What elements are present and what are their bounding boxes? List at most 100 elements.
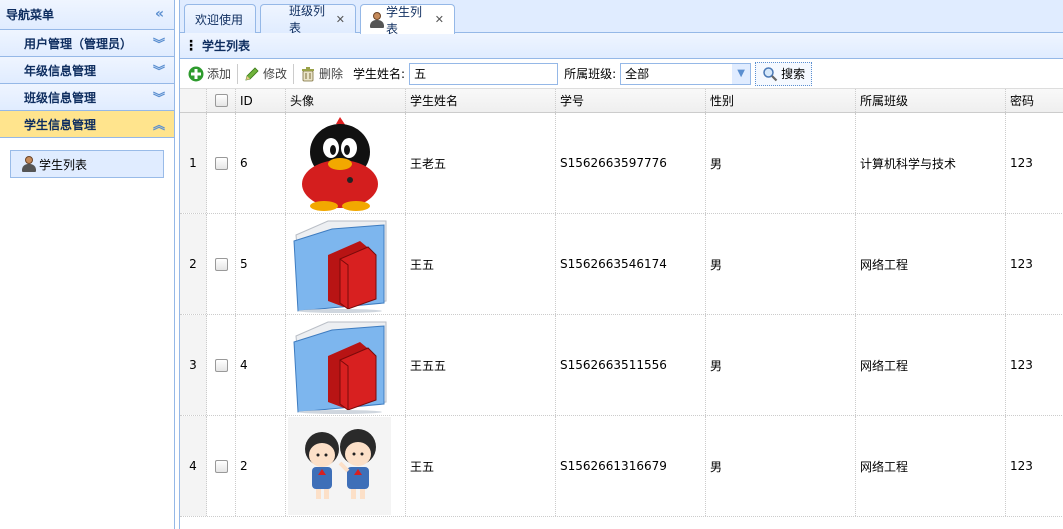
student-name-input[interactable] [409,62,559,85]
chevron-down-icon[interactable]: ︾ [153,89,165,106]
nav-group-student-management[interactable]: 学生信息管理 ︽ [0,111,174,138]
trash-icon [300,66,316,82]
add-button[interactable]: 添加 [184,63,235,85]
class-select-value: 全部 [625,67,650,81]
row-checkbox[interactable] [207,416,236,516]
nav-group-label: 年级信息管理 [24,63,97,78]
edit-button[interactable]: 修改 [240,63,291,85]
panel-header: ⋮ 学生列表 [180,33,1063,59]
nav-item-student-list[interactable]: 学生列表 [10,150,164,178]
qq-penguin-avatar [302,117,378,211]
cell-id: 5 [236,214,286,314]
column-header-sn[interactable]: 学号 [556,89,706,112]
table-row[interactable]: 1 6 王老五 S1562663597776 男 计算机科学与技术 123 [180,113,1063,214]
cell-password: 123 [1010,257,1033,271]
main-area: 欢迎使用 班级列表 ✕ 学生列表 ✕ ⋮ 学生列表 添加 修改 删除 学生姓名:… [179,0,1063,529]
nav-group-grade-management[interactable]: 年级信息管理 ︾ [0,57,174,84]
cell-password: 123 [1010,459,1033,473]
cell-sex: 男 [706,214,856,314]
row-checkbox[interactable] [207,214,236,314]
cell-avatar [286,416,406,516]
row-number: 2 [180,214,207,314]
add-icon [188,66,204,82]
nav-group-user-management[interactable]: 用户管理（管理员） ︾ [0,30,174,57]
tab-class-list[interactable]: 班级列表 ✕ [260,4,356,35]
tab-label: 班级列表 [289,4,326,35]
cell-sn: S1562663597776 [556,113,706,213]
edit-label: 修改 [263,67,288,81]
nav-group-label: 用户管理（管理员） [24,36,133,51]
column-header-sex[interactable]: 性别 [706,89,856,112]
nav-group-class-management[interactable]: 班级信息管理 ︾ [0,84,174,111]
chevron-down-icon[interactable]: ︾ [153,62,165,79]
column-header-avatar[interactable]: 头像 [286,89,406,112]
collapse-left-icon[interactable]: « [155,6,164,22]
table-row[interactable]: 3 4 王五五 S1562663511556 男 网络工程 123 [180,315,1063,416]
row-number: 3 [180,315,207,415]
cell-password: 123 [1010,358,1033,372]
cell-name: 王五 [406,214,556,314]
panel-title: 学生列表 [202,39,251,53]
menu-dots-icon: ⋮ [184,37,198,54]
tab-label: 欢迎使用 [195,12,244,27]
column-header-name[interactable]: 学生姓名 [406,89,556,112]
navigation-panel: 导航菜单 « 用户管理（管理员） ︾ 年级信息管理 ︾ 班级信息管理 ︾ 学生信… [0,0,175,529]
cell-name: 王老五 [406,113,556,213]
cell-sex: 男 [706,113,856,213]
class-label: 所属班级: [564,67,617,81]
cell-sn: S1562663546174 [556,214,706,314]
folder-book-avatar [293,220,387,313]
cell-sex: 男 [706,416,856,516]
cell-id: 4 [236,315,286,415]
chevron-down-icon[interactable]: ︾ [153,35,165,52]
folder-book-avatar [293,321,387,414]
cell-id: 2 [236,416,286,516]
table-row[interactable]: 2 5 王五 S1562663546174 男 网络工程 123 [180,214,1063,315]
tab-student-list[interactable]: 学生列表 ✕ [360,4,455,36]
nav-group-label: 学生信息管理 [24,117,97,132]
delete-label: 删除 [319,67,344,81]
toolbar-divider [237,63,239,84]
search-label: 搜索 [781,67,806,81]
select-all-checkbox[interactable] [207,89,236,112]
cartoon-kids-avatar [288,417,391,515]
row-checkbox[interactable] [207,315,236,415]
row-checkbox[interactable] [207,113,236,213]
column-header-id[interactable]: ID [236,89,286,112]
add-label: 添加 [207,67,232,81]
nav-group-label: 班级信息管理 [24,90,97,105]
tab-label: 学生列表 [385,4,422,36]
pencil-icon [244,66,260,82]
cell-sn: S1562661316679 [556,416,706,516]
delete-button[interactable]: 删除 [296,63,347,85]
tab-welcome[interactable]: 欢迎使用 [184,4,256,33]
nav-item-label: 学生列表 [39,157,88,172]
column-header-class[interactable]: 所属班级 [856,89,1006,112]
cell-name: 王五 [406,416,556,516]
chevron-down-icon[interactable]: ▼ [732,63,751,84]
cell-sex: 男 [706,315,856,415]
table-row[interactable]: 4 2 王五 S1562661316679 男 网络工程 123 [180,416,1063,517]
cell-class: 网络工程 [856,315,1006,415]
toolbar-divider [293,63,295,84]
student-name-label: 学生姓名: [353,67,406,81]
chevron-up-icon[interactable]: ︽ [153,116,165,133]
user-icon [369,11,384,28]
tab-bar: 欢迎使用 班级列表 ✕ 学生列表 ✕ [180,0,1063,36]
cell-class: 网络工程 [856,416,1006,516]
search-button[interactable]: 搜索 [755,61,813,86]
class-select[interactable]: 全部 ▼ [620,62,752,85]
close-icon[interactable]: ✕ [336,13,345,26]
rownum-header [180,89,207,112]
close-icon[interactable]: ✕ [435,13,444,26]
cell-avatar [286,315,406,415]
cell-class: 网络工程 [856,214,1006,314]
column-header-password[interactable]: 密码 [1006,89,1063,112]
nav-group-body: 学生列表 [0,138,174,190]
cell-name: 王五五 [406,315,556,415]
nav-header: 导航菜单 « [0,0,174,30]
row-number: 1 [180,113,207,213]
cell-class: 计算机科学与技术 [856,113,1006,213]
student-grid: ID 头像 学生姓名 学号 性别 所属班级 密码 1 6 王老五 S156266… [180,89,1063,517]
cell-id: 6 [236,113,286,213]
